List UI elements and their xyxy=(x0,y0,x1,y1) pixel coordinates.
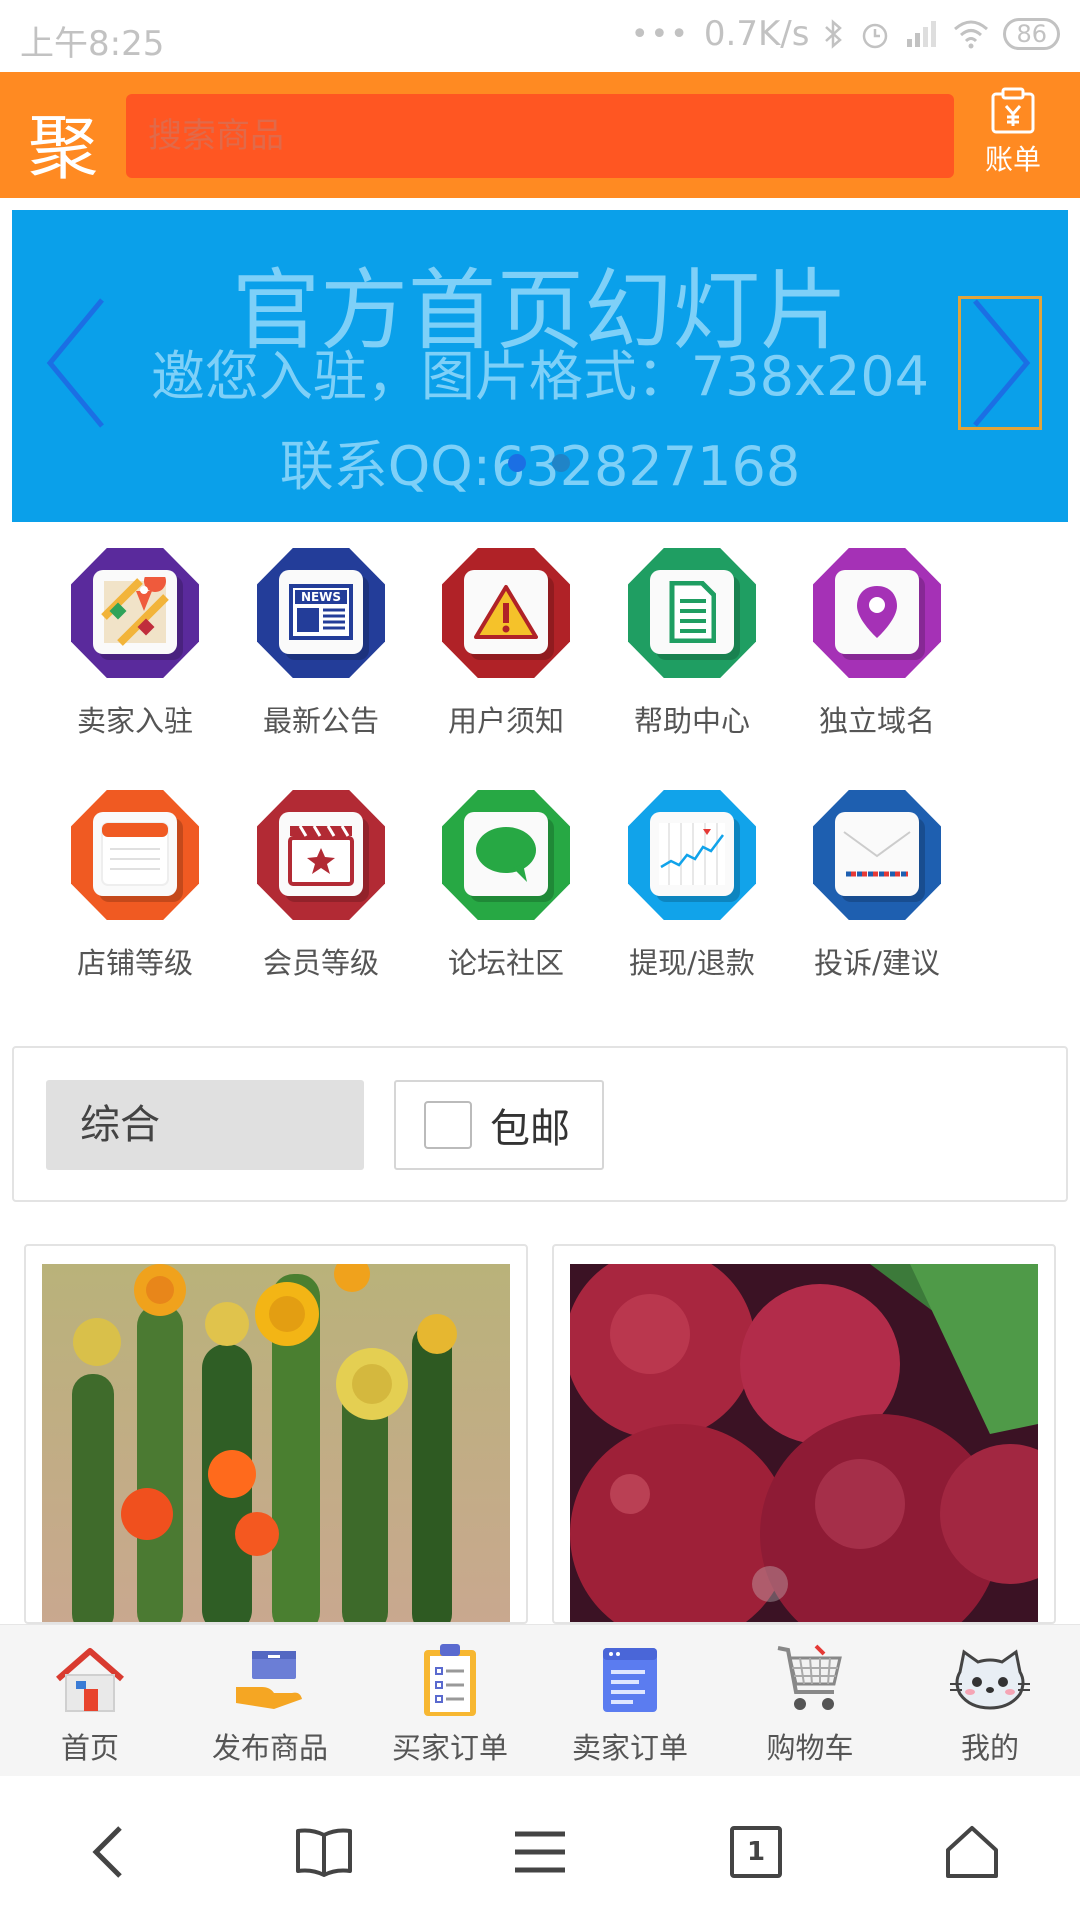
menu-item-label: 投诉/建议 xyxy=(814,946,940,980)
news-icon: NEWS xyxy=(279,570,363,654)
menu-item-user-notice[interactable]: 用户须知 xyxy=(406,548,606,740)
mail-icon xyxy=(835,812,919,896)
svg-text:NEWS: NEWS xyxy=(301,590,341,604)
home-button[interactable] xyxy=(932,1812,1012,1892)
product-card[interactable] xyxy=(552,1244,1056,1624)
menu-item-label: 用户须知 xyxy=(447,704,564,738)
filter-bar: 综合 包邮 xyxy=(12,1046,1068,1202)
menu-item-label: 最新公告 xyxy=(262,704,379,738)
network-speed: 0.7K/s xyxy=(703,14,810,54)
tabs-button[interactable]: 1 xyxy=(716,1812,796,1892)
menu-item-complaint[interactable]: 投诉/建议 xyxy=(777,790,977,982)
app-logo[interactable]: 聚 xyxy=(28,92,98,193)
system-navigation: 1 xyxy=(0,1776,1080,1920)
nav-cart[interactable]: 购物车 xyxy=(720,1639,900,1767)
nav-label: 发布商品 xyxy=(211,1731,328,1765)
notepad-icon xyxy=(93,812,177,896)
home-outline-icon xyxy=(946,1826,998,1878)
signal-icon xyxy=(907,21,937,47)
menu-item-forum[interactable]: 论坛社区 xyxy=(406,790,606,982)
nav-profile[interactable]: 我的 xyxy=(900,1639,1080,1767)
menu-icon xyxy=(515,1831,565,1873)
wifi-icon xyxy=(954,20,989,49)
product-image[interactable] xyxy=(42,1264,510,1622)
nav-label: 我的 xyxy=(960,1731,1019,1765)
location-icon xyxy=(835,570,919,654)
nav-publish[interactable]: 发布商品 xyxy=(180,1639,360,1767)
banner-next-button[interactable] xyxy=(958,296,1042,430)
nav-label: 买家订单 xyxy=(391,1731,508,1765)
status-time: 上午8:25 xyxy=(20,24,165,64)
menu-item-help-center[interactable]: 帮助中心 xyxy=(592,548,792,740)
sort-comprehensive-button[interactable]: 综合 xyxy=(46,1080,364,1170)
slide-indicator[interactable] xyxy=(552,454,570,472)
chevron-left-icon xyxy=(46,298,104,428)
nav-label: 购物车 xyxy=(766,1731,854,1765)
chart-icon xyxy=(650,812,734,896)
bookmarks-icon xyxy=(296,1828,352,1877)
cat-face-icon xyxy=(950,1649,1030,1710)
chevron-right-icon xyxy=(973,299,1031,427)
menu-item-withdraw[interactable]: 提现/退款 xyxy=(592,790,792,982)
menu-item-label: 论坛社区 xyxy=(447,946,564,980)
free-shipping-label: 包邮 xyxy=(490,1106,570,1152)
menu-item-label: 独立域名 xyxy=(818,704,935,738)
nav-label: 首页 xyxy=(60,1731,119,1765)
more-dots: ••• xyxy=(630,16,690,52)
menu-item-member-level[interactable]: 会员等级 xyxy=(221,790,421,982)
menu-button[interactable] xyxy=(500,1812,580,1892)
menu-item-label: 帮助中心 xyxy=(633,704,750,738)
menu-item-announcements[interactable]: NEWS 最新公告 xyxy=(221,548,421,740)
menu-item-seller-join[interactable]: 卖家入驻 xyxy=(35,548,235,740)
status-icons: ••• 0.7K/s 86 xyxy=(631,14,1060,54)
star-clapper-icon xyxy=(279,812,363,896)
menu-item-label: 提现/退款 xyxy=(629,946,755,980)
map-pin-icon xyxy=(93,570,177,654)
free-shipping-checkbox[interactable] xyxy=(424,1101,472,1149)
tab-count: 1 xyxy=(746,1837,766,1867)
banner-prev-button[interactable] xyxy=(42,296,112,434)
document-icon xyxy=(650,570,734,654)
warning-icon xyxy=(464,570,548,654)
menu-item-shop-level[interactable]: 店铺等级 xyxy=(35,790,235,982)
bill-label: 账单 xyxy=(984,143,1041,176)
free-shipping-toggle[interactable]: 包邮 xyxy=(394,1080,604,1170)
bluetooth-icon xyxy=(825,19,843,49)
menu-item-label: 会员等级 xyxy=(262,946,379,980)
bookmarks-button[interactable] xyxy=(284,1812,364,1892)
banner-subtitle: 邀您入驻，图片格式：738x204 xyxy=(150,345,930,408)
back-icon xyxy=(92,1826,122,1878)
search-input[interactable]: 搜索商品 xyxy=(126,94,954,178)
tabs-icon: 1 xyxy=(730,1826,782,1878)
top-bar: 聚 搜索商品 账单 xyxy=(0,72,1080,198)
alarm-icon xyxy=(863,23,888,49)
clipboard-icon xyxy=(424,1644,476,1716)
box-hand-icon xyxy=(236,1651,302,1709)
bottom-navigation: 首页 发布商品 买家订单 卖家订单 购物车 我的 xyxy=(0,1624,1080,1776)
status-bar: 上午8:25 ••• 0.7K/s 86 xyxy=(0,0,1080,72)
list-doc-icon xyxy=(603,1648,657,1712)
menu-item-label: 卖家入驻 xyxy=(76,704,193,738)
nav-seller-orders[interactable]: 卖家订单 xyxy=(540,1639,720,1767)
cart-icon xyxy=(777,1644,842,1710)
nav-buyer-orders[interactable]: 买家订单 xyxy=(360,1639,540,1767)
slide-indicator-active[interactable] xyxy=(508,454,526,472)
menu-item-label: 店铺等级 xyxy=(76,946,193,980)
bill-button[interactable]: 账单 xyxy=(978,86,1048,178)
banner-slideshow[interactable]: 官方首页幻灯片 邀您入驻，图片格式：738x204 联系QQ:632827168 xyxy=(12,210,1068,522)
product-image[interactable] xyxy=(570,1264,1038,1622)
back-button[interactable] xyxy=(68,1812,148,1892)
home-icon xyxy=(56,1648,124,1712)
chat-bubble-icon xyxy=(464,812,548,896)
bill-icon xyxy=(991,87,1035,134)
nav-label: 卖家订单 xyxy=(571,1731,688,1765)
product-card[interactable] xyxy=(24,1244,528,1624)
banner-contact: 联系QQ:632827168 xyxy=(279,435,801,498)
nav-home[interactable]: 首页 xyxy=(0,1639,180,1767)
battery-indicator: 86 xyxy=(1003,18,1060,50)
menu-item-domain[interactable]: 独立域名 xyxy=(777,548,977,740)
